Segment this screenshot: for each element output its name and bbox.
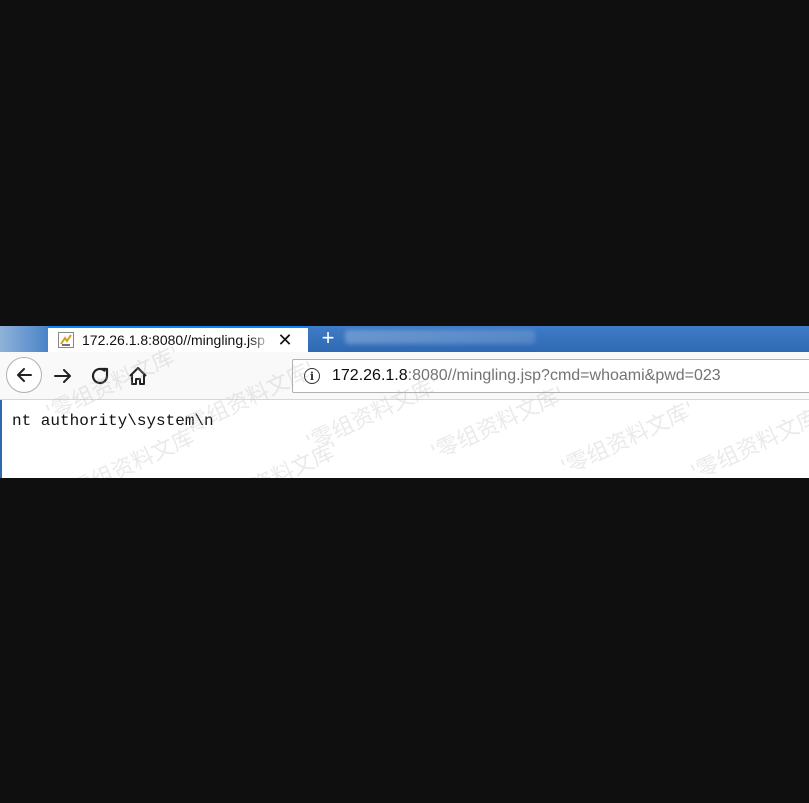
url-host: 172.26.1.8	[332, 367, 408, 384]
command-output: nt authority\system\n	[12, 412, 214, 430]
page-content: nt authority\system\n	[0, 400, 809, 478]
tab-close-icon[interactable]: ✕	[276, 330, 294, 350]
new-tab-button[interactable]: +	[316, 326, 340, 350]
back-button[interactable]	[6, 357, 42, 393]
reload-icon	[91, 367, 109, 385]
forward-arrow-icon	[54, 369, 71, 383]
navigation-toolbar: i 172.26.1.8:8080//mingling.jsp?cmd=whoa…	[0, 352, 809, 400]
tab-title: 172.26.1.8:8080//mingling.jsp	[82, 332, 265, 348]
tab-active[interactable]: 172.26.1.8:8080//mingling.jsp ✕	[48, 326, 308, 352]
tomcat-favicon-icon	[58, 332, 74, 348]
site-info-icon[interactable]: i	[304, 368, 320, 384]
back-arrow-icon	[17, 368, 32, 382]
reload-button[interactable]	[88, 364, 112, 388]
url-path: :8080//mingling.jsp?cmd=whoami&pwd=023	[407, 367, 721, 384]
url-text[interactable]: 172.26.1.8:8080//mingling.jsp?cmd=whoami…	[332, 367, 721, 385]
address-bar[interactable]: i 172.26.1.8:8080//mingling.jsp?cmd=whoa…	[292, 359, 809, 393]
tab-bar: 172.26.1.8:8080//mingling.jsp ✕ +	[0, 326, 809, 352]
tab-bar-left-blur	[0, 326, 48, 352]
blurred-tab-area	[345, 330, 535, 344]
browser-window: 172.26.1.8:8080//mingling.jsp ✕ + i 172.…	[0, 326, 809, 478]
home-icon	[129, 367, 147, 385]
forward-button[interactable]	[51, 364, 75, 388]
home-button[interactable]	[126, 364, 150, 388]
